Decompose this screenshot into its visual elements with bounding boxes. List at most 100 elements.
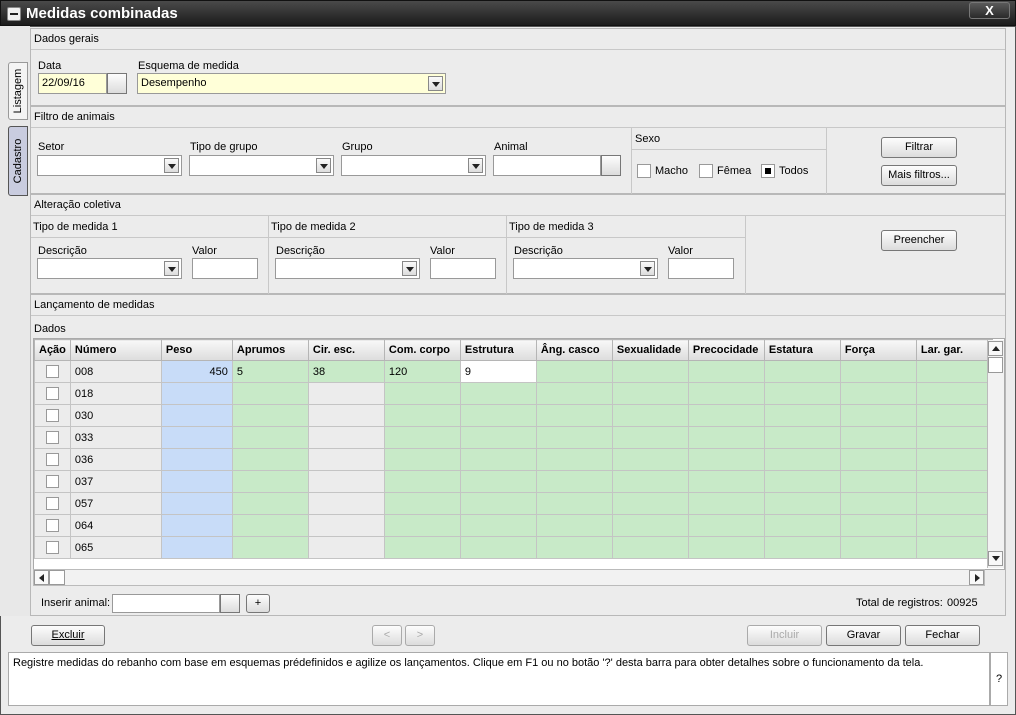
sexualidade-cell[interactable]	[611, 492, 689, 515]
estrutura-cell[interactable]	[459, 426, 537, 449]
acao-cell[interactable]	[34, 514, 71, 537]
descricao-3-select[interactable]	[513, 258, 658, 279]
numero-cell[interactable]: 037	[69, 470, 162, 493]
lar-gar-cell[interactable]	[915, 404, 993, 427]
estatura-cell[interactable]	[763, 536, 841, 559]
horizontal-scrollbar[interactable]	[33, 569, 985, 586]
cir-esc-cell[interactable]: 38	[307, 360, 385, 383]
row-checkbox[interactable]	[45, 541, 59, 554]
forca-cell[interactable]	[839, 360, 917, 383]
aprumos-cell[interactable]	[231, 470, 309, 493]
aprumos-cell[interactable]	[231, 404, 309, 427]
precocidade-cell[interactable]	[687, 536, 765, 559]
numero-cell[interactable]: 008	[69, 360, 162, 383]
calendar-button[interactable]	[107, 73, 127, 94]
inserir-animal-lookup-button[interactable]	[220, 594, 240, 613]
forca-cell[interactable]	[839, 492, 917, 515]
aprumos-cell[interactable]	[231, 492, 309, 515]
valor-1-field[interactable]	[192, 258, 258, 279]
sexualidade-cell[interactable]	[611, 382, 689, 405]
close-button[interactable]: X	[969, 2, 1010, 19]
ang-casco-cell[interactable]	[535, 514, 613, 537]
estrutura-cell[interactable]	[459, 470, 537, 493]
ang-casco-cell[interactable]	[535, 536, 613, 559]
animal-field[interactable]	[493, 155, 601, 176]
vertical-scrollbar[interactable]	[987, 340, 1004, 568]
table-row[interactable]: 057	[34, 492, 993, 515]
scroll-thumb[interactable]	[988, 357, 1003, 373]
estatura-cell[interactable]	[763, 382, 841, 405]
lar-gar-cell[interactable]	[915, 470, 993, 493]
todos-checkbox[interactable]	[761, 164, 775, 178]
peso-cell[interactable]: 450	[160, 360, 233, 383]
com-corpo-cell[interactable]	[383, 426, 461, 449]
prev-button[interactable]: <	[372, 625, 402, 646]
scroll-right-icon[interactable]	[969, 570, 984, 585]
incluir-button[interactable]: Incluir	[747, 625, 822, 646]
cir-esc-cell[interactable]	[307, 404, 385, 427]
numero-cell[interactable]: 036	[69, 448, 162, 471]
aprumos-cell[interactable]	[231, 448, 309, 471]
ang-casco-cell[interactable]	[535, 492, 613, 515]
fechar-button[interactable]: Fechar	[905, 625, 980, 646]
lar-gar-cell[interactable]	[915, 514, 993, 537]
cir-esc-cell[interactable]	[307, 514, 385, 537]
col-sexualidade[interactable]: Sexualidade	[611, 339, 689, 361]
data-field[interactable]: 22/09/16	[38, 73, 107, 94]
acao-cell[interactable]	[34, 492, 71, 515]
forca-cell[interactable]	[839, 404, 917, 427]
ang-casco-cell[interactable]	[535, 404, 613, 427]
acao-cell[interactable]	[34, 426, 71, 449]
hscroll-thumb[interactable]	[49, 570, 65, 585]
lar-gar-cell[interactable]	[915, 426, 993, 449]
ang-casco-cell[interactable]	[535, 448, 613, 471]
sexualidade-cell[interactable]	[611, 448, 689, 471]
inserir-animal-field[interactable]	[112, 594, 220, 613]
excluir-button[interactable]: Excluir	[31, 625, 105, 646]
sexualidade-cell[interactable]	[611, 360, 689, 383]
ang-casco-cell[interactable]	[535, 382, 613, 405]
acao-cell[interactable]	[34, 360, 71, 383]
col-cir-esc[interactable]: Cir. esc.	[307, 339, 385, 361]
esquema-select[interactable]: Desempenho	[137, 73, 446, 94]
precocidade-cell[interactable]	[687, 448, 765, 471]
peso-cell[interactable]	[160, 492, 233, 515]
forca-cell[interactable]	[839, 426, 917, 449]
estrutura-cell[interactable]: 9	[459, 360, 537, 383]
numero-cell[interactable]: 033	[69, 426, 162, 449]
table-row[interactable]: 008 450 5 38 120 9	[34, 360, 993, 383]
acao-cell[interactable]	[34, 448, 71, 471]
aprumos-cell[interactable]	[231, 514, 309, 537]
tab-cadastro[interactable]: Cadastro	[8, 126, 28, 196]
aprumos-cell[interactable]	[231, 426, 309, 449]
tab-listagem[interactable]: Listagem	[8, 62, 28, 120]
acao-cell[interactable]	[34, 470, 71, 493]
col-forca[interactable]: Força	[839, 339, 917, 361]
system-menu-icon[interactable]	[7, 7, 21, 21]
com-corpo-cell[interactable]	[383, 382, 461, 405]
add-animal-button[interactable]: +	[246, 594, 270, 613]
acao-cell[interactable]	[34, 382, 71, 405]
sexualidade-cell[interactable]	[611, 514, 689, 537]
com-corpo-cell[interactable]: 120	[383, 360, 461, 383]
cir-esc-cell[interactable]	[307, 382, 385, 405]
table-row[interactable]: 018	[34, 382, 993, 405]
estatura-cell[interactable]	[763, 470, 841, 493]
peso-cell[interactable]	[160, 448, 233, 471]
precocidade-cell[interactable]	[687, 492, 765, 515]
table-row[interactable]: 064	[34, 514, 993, 537]
cir-esc-cell[interactable]	[307, 536, 385, 559]
estrutura-cell[interactable]	[459, 536, 537, 559]
cir-esc-cell[interactable]	[307, 470, 385, 493]
ang-casco-cell[interactable]	[535, 470, 613, 493]
forca-cell[interactable]	[839, 382, 917, 405]
valor-2-field[interactable]	[430, 258, 496, 279]
lar-gar-cell[interactable]	[915, 382, 993, 405]
col-aprumos[interactable]: Aprumos	[231, 339, 309, 361]
estatura-cell[interactable]	[763, 514, 841, 537]
estrutura-cell[interactable]	[459, 514, 537, 537]
row-checkbox[interactable]	[45, 409, 59, 422]
acao-cell[interactable]	[34, 536, 71, 559]
grupo-select[interactable]	[341, 155, 486, 176]
com-corpo-cell[interactable]	[383, 470, 461, 493]
